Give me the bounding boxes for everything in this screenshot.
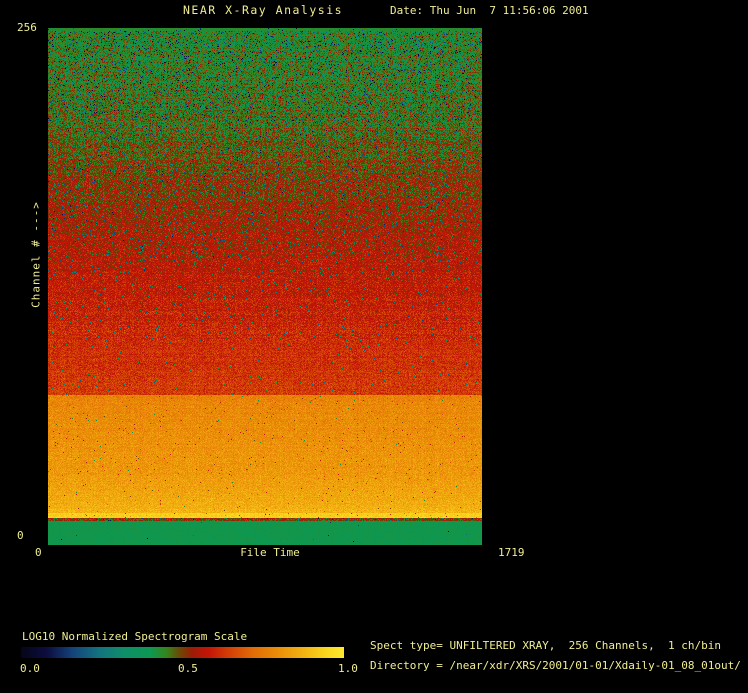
spectrogram-image [48,28,482,545]
y-axis-label: Channel # ---> [29,201,43,308]
x-axis-label: File Time [240,546,300,559]
colorbar-title: LOG10 Normalized Spectrogram Scale [22,630,248,643]
directory-line: Directory = /near/xdr/XRS/2001/01-01/Xda… [370,659,741,672]
spect-type-line: Spect type= UNFILTERED XRAY, 256 Channel… [370,639,721,652]
colorbar-gradient [21,647,344,658]
date-label: Date: Thu Jun 7 11:56:06 2001 [390,4,589,17]
near-xray-analysis-window: NEAR X-Ray Analysis Date: Thu Jun 7 11:5… [0,0,748,693]
x-axis-right-tick: 1719 [498,546,525,559]
y-axis-bottom-tick: 0 [17,529,24,542]
colorbar-tick-mid: 0.5 [178,662,198,675]
colorbar-tick-min: 0.0 [20,662,40,675]
page-title: NEAR X-Ray Analysis [183,3,344,17]
colorbar-tick-max: 1.0 [338,662,358,675]
x-axis-left-tick: 0 [35,546,42,559]
y-axis-top-tick: 256 [17,21,37,34]
